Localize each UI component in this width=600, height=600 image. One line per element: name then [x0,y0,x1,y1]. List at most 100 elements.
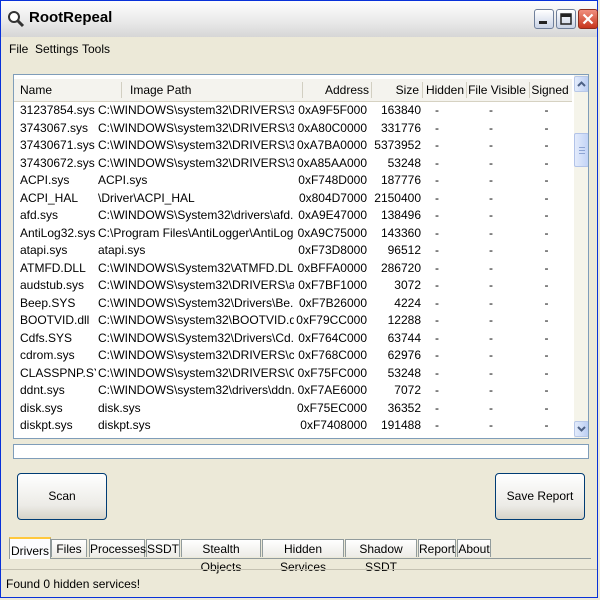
table-row[interactable]: audstub.sys C:\WINDOWS\system32\DRIVERS\a… [14,277,572,295]
cell-signed: - [544,120,549,135]
cell-address: 0xF7408000 [300,418,367,432]
menu-file[interactable]: File [9,42,28,56]
cell-image-path: ACPI.sys [98,173,148,187]
menu-tools[interactable]: Tools [82,42,110,56]
scroll-up-button[interactable] [574,76,588,92]
tab-stealth-objects[interactable]: Stealth Objects [181,539,261,574]
cell-hidden: - [435,243,439,257]
cell-file-visible: - [489,260,493,275]
chevron-up-icon [577,81,586,87]
cell-image-path: C:\Program Files\AntiLogger\AntiLog... [98,225,294,240]
cell-address: 0xF75EC000 [296,400,367,415]
drivers-list[interactable]: Name Image Path Address Size Hidden File… [13,74,589,439]
menu-settings[interactable]: Settings [35,42,78,56]
cell-signed: - [544,330,549,345]
cell-hidden: - [435,173,439,187]
cell-hidden: - [435,365,439,380]
table-row[interactable]: ACPI.sys ACPI.sys 0xF748D000 187776- - - [14,172,572,190]
cell-hidden: - [435,155,439,170]
table-row[interactable]: cdrom.sys C:\WINDOWS\system32\DRIVERS\c..… [14,347,572,365]
table-row[interactable]: 3743067.sys C:\WINDOWS\system32\DRIVERS\3… [14,120,572,138]
cell-name: 3743067.sys [20,120,89,135]
tab-shadow-ssdt[interactable]: Shadow SSDT [345,539,417,574]
cell-signed: - [544,278,549,292]
table-row[interactable]: AntiLog32.sys C:\Program Files\AntiLogger… [14,225,572,243]
tab-processes[interactable]: Processes [89,539,146,557]
table-row[interactable]: Cdfs.SYS C:\WINDOWS\System32\Drivers\Cd..… [14,330,572,348]
table-row[interactable]: disk.sys disk.sys 0xF75EC000 36352- - - [14,400,572,418]
cell-address: 0xF7BF1000 [298,278,367,292]
column-header-size[interactable]: Size [372,79,419,101]
cell-signed: - [544,208,549,222]
cell-hidden: - [435,383,439,397]
cell-file-visible: - [489,365,493,380]
table-row[interactable]: atapi.sys atapi.sys 0xF73D8000 96512- - - [14,242,572,260]
column-header-signed[interactable]: Signed [530,79,570,101]
column-header-image-path[interactable]: Image Path [130,79,300,101]
chevron-down-icon [577,426,586,432]
table-row[interactable]: ATMFD.DLL C:\WINDOWS\System32\ATMFD.DLL 0x… [14,260,572,278]
cell-file-visible: - [489,313,493,327]
table-row[interactable]: BOOTVID.dll C:\WINDOWS\system32\BOOTVID.d… [14,312,572,330]
cell-size: 53248 [387,365,421,380]
cell-signed: - [544,418,549,432]
cell-file-visible: - [489,225,493,240]
tab-ssdt[interactable]: SSDT [146,539,180,557]
table-row[interactable]: 37430671.sys C:\WINDOWS\system32\DRIVERS\… [14,137,572,155]
cell-hidden: - [435,278,439,292]
column-header-file-visible[interactable]: File Visible [467,79,527,101]
table-row[interactable]: ACPI_HAL \Driver\ACPI_HAL 0x804D7000 215040… [14,190,572,208]
cell-file-visible: - [489,208,493,222]
cell-hidden: - [435,208,439,222]
scroll-thumb[interactable] [574,133,588,167]
cell-name: CLASSPNP.SYS [20,365,96,380]
cell-signed: - [544,313,549,327]
cell-file-visible: - [489,400,493,415]
cell-image-path: C:\WINDOWS\System32\drivers\afd... [98,208,294,222]
cell-hidden: - [435,138,439,152]
close-button[interactable] [578,9,598,29]
cell-image-path: C:\WINDOWS\system32\DRIVERS\3... [98,120,294,135]
cell-name: BOOTVID.dll [20,313,90,327]
cell-signed: - [544,138,549,152]
table-row[interactable]: ddnt.sys C:\WINDOWS\system32\drivers\ddn.… [14,382,572,400]
cell-signed: - [544,383,549,397]
table-row[interactable]: Beep.SYS C:\WINDOWS\System32\Drivers\Be..… [14,295,572,313]
cell-image-path: C:\WINDOWS\system32\DRIVERS\c... [98,348,294,362]
cell-size: 286720 [380,260,421,275]
vertical-scrollbar[interactable] [574,75,588,438]
cell-name: disk.sys [20,400,63,415]
title-bar[interactable]: RootRepeal [1,1,598,37]
maximize-button[interactable] [556,9,576,29]
table-row[interactable]: diskpt.sys diskpt.sys 0xF7408000 191488- - - [14,417,572,435]
cell-file-visible: - [489,330,493,345]
cell-address: 0xA9F5F000 [298,103,367,117]
minimize-button[interactable] [534,9,554,29]
scan-button[interactable]: Scan [17,473,107,520]
column-header-name[interactable]: Name [20,79,120,101]
cell-image-path: C:\WINDOWS\System32\Drivers\Be... [98,295,294,310]
cell-hidden: - [435,225,439,240]
cell-address: 0xF7B26000 [298,295,367,310]
cell-address: 0xF748D000 [298,173,367,187]
tab-report[interactable]: Report [418,539,456,557]
table-row[interactable]: 37430672.sys C:\WINDOWS\system32\DRIVERS\… [14,155,572,173]
table-row[interactable]: afd.sys C:\WINDOWS\System32\drivers\afd..… [14,207,572,225]
tab-files[interactable]: Files [51,539,87,557]
cell-size: 63744 [387,330,421,345]
table-row[interactable]: 31237854.sys C:\WINDOWS\system32\DRIVERS\… [14,102,572,120]
column-header-hidden[interactable]: Hidden [423,79,464,101]
column-header-address[interactable]: Address [303,79,369,101]
cell-image-path: C:\WINDOWS\system32\BOOTVID.dll [98,313,294,327]
cell-hidden: - [435,418,439,432]
table-row[interactable]: CLASSPNP.SYSC:\WINDOWS\system32\DRIVERS\… [14,365,572,383]
cell-hidden: - [435,190,439,205]
cell-size: 12288 [387,313,421,327]
cell-signed: - [544,243,549,257]
save-report-button[interactable]: Save Report [495,473,585,520]
tab-about[interactable]: About [457,539,491,557]
scroll-down-button[interactable] [574,421,588,437]
tab-hidden-services[interactable]: Hidden Services [262,539,344,574]
cell-hidden: - [435,295,439,310]
tab-drivers[interactable]: Drivers [9,537,51,559]
